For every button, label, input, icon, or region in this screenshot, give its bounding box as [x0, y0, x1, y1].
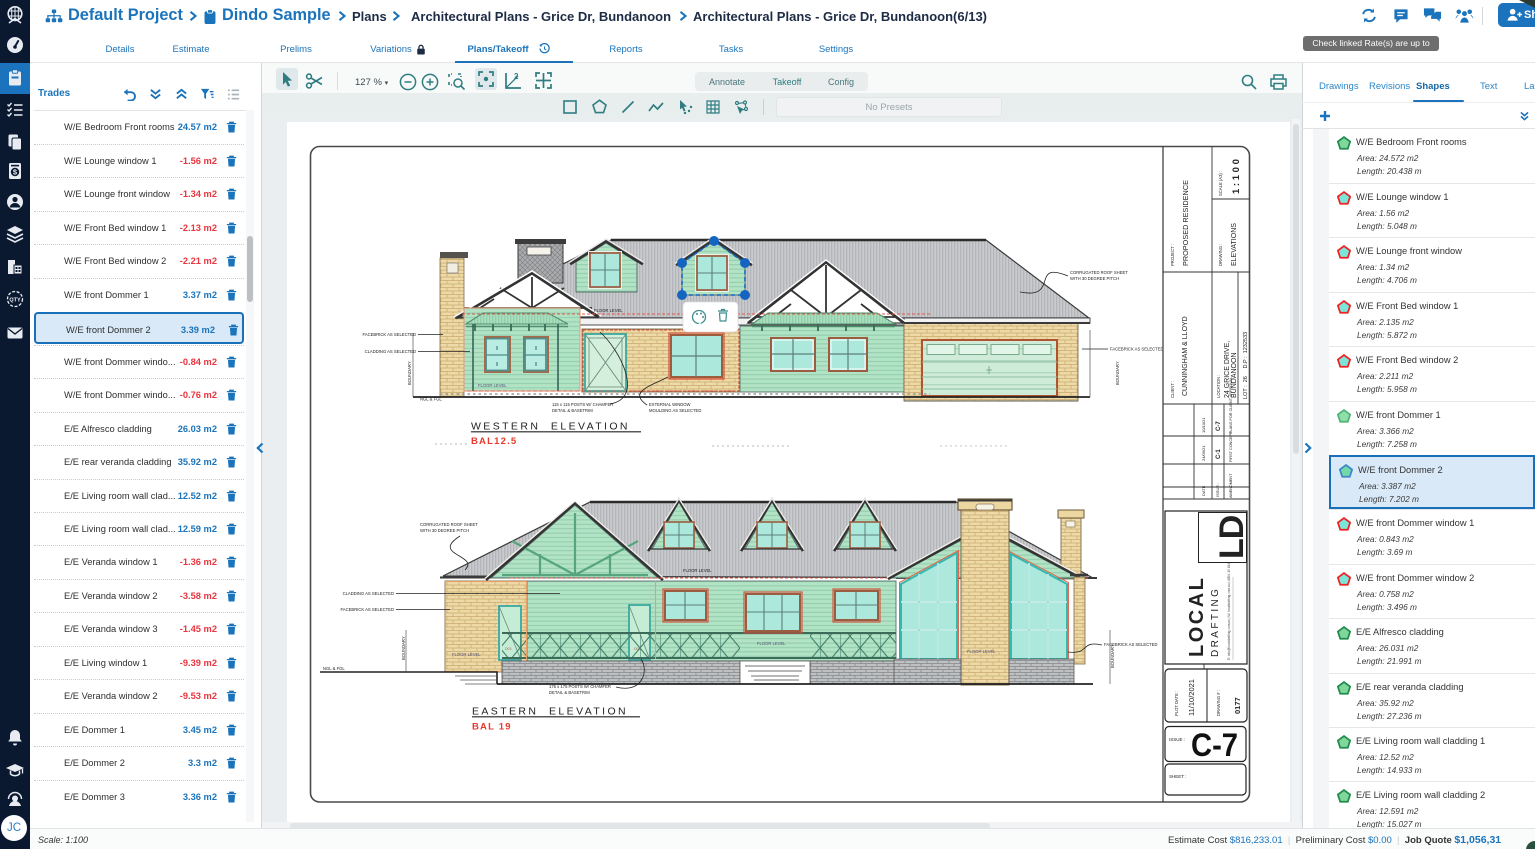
- svg-text:FACEBRICK AS SELECTED: FACEBRICK AS SELECTED: [1110, 347, 1164, 352]
- svg-text:LOCAL: LOCAL: [1186, 576, 1208, 657]
- svg-text:BAL12.5: BAL12.5: [471, 436, 517, 447]
- svg-text:QTY: QTY: [9, 297, 21, 303]
- svg-text:11/10/2021: 11/10/2021: [1187, 679, 1196, 716]
- svg-text:CLADDING AS SELECTED: CLADDING AS SELECTED: [365, 349, 416, 354]
- svg-text:CORRUGATED ROOF SHEET: CORRUGATED ROOF SHEET: [1070, 270, 1128, 275]
- svg-text:E: info@localdrafting.com.au |: E: info@localdrafting.com.au | W: locald…: [1227, 550, 1231, 660]
- svg-text:BOUNDARY: BOUNDARY: [407, 361, 412, 385]
- svg-text:115 x 115 POSTS W/ CHAMFER: 115 x 115 POSTS W/ CHAMFER: [552, 402, 613, 407]
- svg-text:FLOOR LEVEL: FLOOR LEVEL: [452, 652, 481, 657]
- svg-text:BOUNDARY: BOUNDARY: [1110, 644, 1115, 668]
- svg-text:C-7: C-7: [1191, 727, 1238, 763]
- svg-text:10/10/21: 10/10/21: [1201, 417, 1206, 433]
- svg-text:DATE: DATE: [1201, 485, 1206, 496]
- svg-text:FLOOR LEVEL: FLOOR LEVEL: [594, 308, 623, 313]
- svg-text:WESTERN ELEVATION: WESTERN ELEVATION: [471, 421, 630, 433]
- svg-text:DETAIL & BASETRIM: DETAIL & BASETRIM: [552, 408, 593, 413]
- svg-text:175 x 175 POSTS W/ CHAMFER: 175 x 175 POSTS W/ CHAMFER: [549, 684, 611, 689]
- svg-text:AMENDMENT: AMENDMENT: [1229, 473, 1233, 498]
- svg-text:SCALE (A3) :: SCALE (A3) :: [1218, 171, 1223, 196]
- svg-text:EXTERNAL WINDOW: EXTERNAL WINDOW: [649, 402, 691, 407]
- svg-text:C-1: C-1: [1216, 449, 1222, 459]
- svg-text:CORRUGATED ROOF SHEET: CORRUGATED ROOF SHEET: [420, 522, 478, 527]
- svg-text:BOUNDARY: BOUNDARY: [401, 636, 406, 660]
- svg-text:BAL 19: BAL 19: [472, 722, 512, 733]
- svg-text:1 : 1 0 0: 1 : 1 0 0: [1231, 159, 1242, 194]
- svg-text:SHEET :: SHEET :: [1169, 774, 1186, 779]
- svg-text:DRAWING # :: DRAWING # :: [1216, 690, 1221, 716]
- svg-text:PROJECT :: PROJECT :: [1170, 244, 1175, 266]
- svg-text:CLADDING AS SELECTED: CLADDING AS SELECTED: [343, 591, 394, 596]
- svg-text:DRAFTING: DRAFTING: [1210, 587, 1221, 657]
- svg-text:ISSUE :: ISSUE :: [1169, 737, 1185, 742]
- svg-text:DRAWING :: DRAWING :: [1218, 244, 1223, 266]
- svg-text:FLOOR LEVEL: FLOOR LEVEL: [683, 568, 712, 573]
- svg-text:CLIENT :: CLIENT :: [1170, 381, 1175, 398]
- svg-text:2: 2: [514, 72, 519, 81]
- svg-text:NGL & FGL: NGL & FGL: [323, 666, 345, 671]
- svg-text:DETAIL & BASETRIM: DETAIL & BASETRIM: [549, 690, 590, 695]
- svg-text:0177: 0177: [1233, 697, 1242, 714]
- svg-text:C-7: C-7: [1216, 421, 1222, 431]
- svg-text:LOT : 26 D.P : 1232533: LOT : 26 D.P : 1232533: [1243, 332, 1249, 399]
- svg-text:CUNNINGHAM & LLOYD: CUNNINGHAM & LLOYD: [1182, 316, 1189, 396]
- svg-text:24/09/21: 24/09/21: [1201, 445, 1206, 461]
- svg-text:FLOOR LEVEL: FLOOR LEVEL: [757, 641, 786, 646]
- svg-text:FACEBRICK AS SELECTED: FACEBRICK AS SELECTED: [340, 607, 394, 612]
- svg-text:FLOOR LEVEL: FLOOR LEVEL: [967, 649, 996, 654]
- svg-text:BOUNDARY: BOUNDARY: [1115, 361, 1120, 385]
- svg-text:LOCATION :: LOCATION :: [1216, 375, 1221, 398]
- svg-text:WITH 30 DEGREE PITCH: WITH 30 DEGREE PITCH: [1070, 276, 1119, 281]
- svg-text:ELEVATIONS: ELEVATIONS: [1231, 223, 1238, 266]
- svg-text:MOULDING AS SELECTED: MOULDING AS SELECTED: [649, 408, 701, 413]
- svg-text:NGL & FGL: NGL & FGL: [420, 397, 442, 402]
- svg-text:ISSUE :: ISSUE :: [1215, 483, 1220, 497]
- svg-text:FACEBRICK AS SELECTED: FACEBRICK AS SELECTED: [362, 332, 416, 337]
- svg-text:PLANS FOR CLIENT APPROVAL: PLANS FOR CLIENT APPROVAL: [1229, 377, 1233, 434]
- svg-text:FLOOR LEVEL: FLOOR LEVEL: [478, 383, 507, 388]
- svg-text:LD: LD: [1213, 515, 1251, 559]
- svg-text:EASTERN ELEVATION: EASTERN ELEVATION: [472, 706, 628, 718]
- svg-text:FIRST CONCEPT: FIRST CONCEPT: [1229, 431, 1233, 462]
- svg-text:WITH 30 DEGREE PITCH: WITH 30 DEGREE PITCH: [420, 528, 469, 533]
- svg-text:PLOT DATE :: PLOT DATE :: [1174, 691, 1179, 716]
- svg-text:PROPOSED RESIDENCE: PROPOSED RESIDENCE: [1181, 180, 1190, 266]
